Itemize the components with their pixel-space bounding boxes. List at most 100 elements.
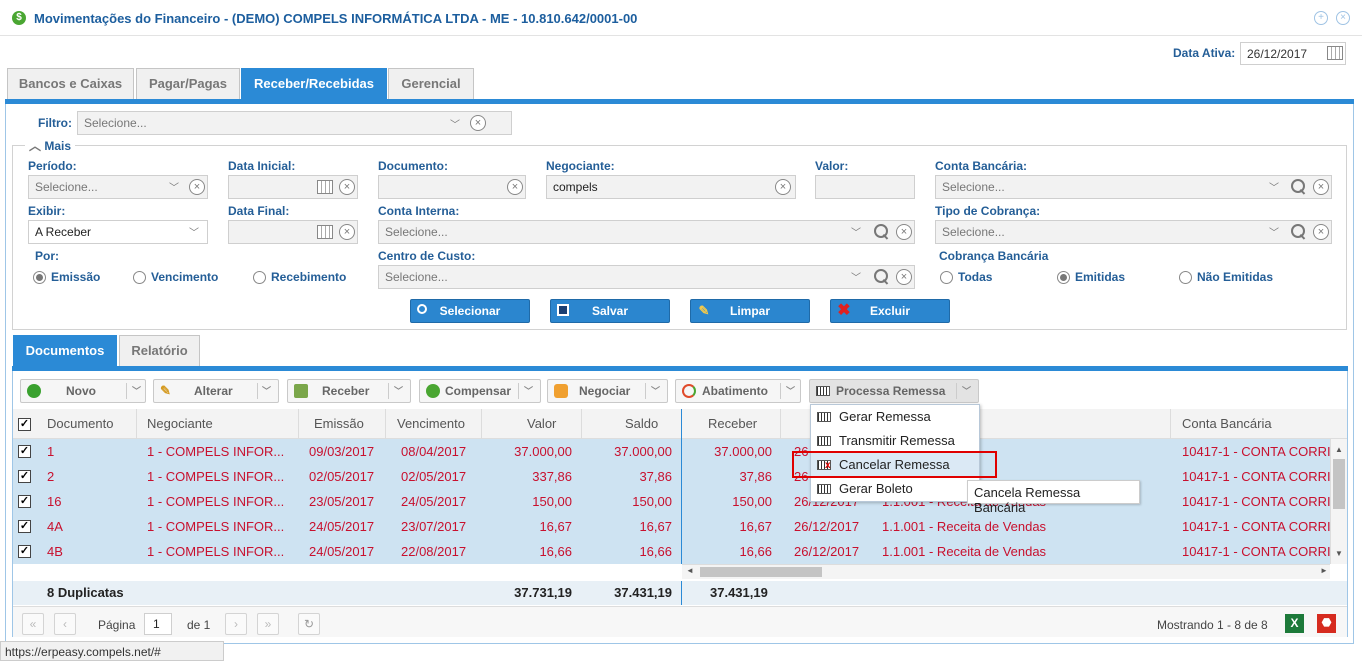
novo-button[interactable]: Novo ﹀ xyxy=(20,379,146,403)
page-input[interactable]: 1 xyxy=(144,613,172,635)
vscroll-thumb[interactable] xyxy=(1333,459,1345,509)
calendar-icon[interactable] xyxy=(317,225,333,239)
search-icon[interactable] xyxy=(873,224,889,240)
clear-icon[interactable]: × xyxy=(339,224,355,240)
receber-button[interactable]: Receber ﹀ xyxy=(287,379,411,403)
chevron-down-icon[interactable]: ﹀ xyxy=(851,269,861,284)
data-ativa-field[interactable]: 26/12/2017 xyxy=(1240,42,1346,65)
filtro-select[interactable]: Selecione... ﹀ × xyxy=(77,111,512,135)
compensar-button[interactable]: Compensar ﹀ xyxy=(419,379,541,403)
chevron-down-icon[interactable]: ﹀ xyxy=(262,380,271,402)
calendar-icon[interactable] xyxy=(317,180,333,194)
row-checkbox[interactable]: ✓ xyxy=(18,445,31,458)
clear-icon[interactable]: × xyxy=(189,179,205,195)
col-conta-bancaria[interactable]: Conta Bancária xyxy=(1182,416,1272,431)
table-row[interactable]: ✓ 4A 1 - COMPELS INFOR... 24/05/2017 23/07/2… xyxy=(13,514,1330,539)
table-row[interactable]: ✓ 1 1 - COMPELS INFOR... 09/03/2017 08/04/20… xyxy=(13,439,1330,464)
radio-vencimento[interactable] xyxy=(133,271,146,284)
col-emissao[interactable]: Emissão xyxy=(314,416,364,431)
conta-interna-select[interactable]: Selecione... ﹀ × xyxy=(378,220,915,244)
col-vencimento[interactable]: Vencimento xyxy=(397,416,465,431)
next-page-icon[interactable]: › xyxy=(225,613,247,635)
tipo-cobranca-select[interactable]: Selecione... ﹀ × xyxy=(935,220,1332,244)
horizontal-scrollbar[interactable]: ◄ ► xyxy=(682,564,1330,579)
menu-gerar-boleto[interactable]: Gerar Boleto xyxy=(811,477,979,501)
col-documento[interactable]: Documento xyxy=(47,416,113,431)
chevron-down-icon[interactable]: ﹀ xyxy=(651,380,660,402)
data-inicial-field[interactable]: × xyxy=(228,175,358,199)
exibir-select[interactable]: A Receber ﹀ xyxy=(28,220,208,244)
limpar-button[interactable]: ✎ Limpar xyxy=(690,299,810,323)
radio-emissao[interactable] xyxy=(33,271,46,284)
table-row[interactable]: ✓ 4B 1 - COMPELS INFOR... 24/05/2017 22/08/2… xyxy=(13,539,1330,564)
negociante-field[interactable]: compels × xyxy=(546,175,796,199)
excluir-button[interactable]: ✖ Excluir xyxy=(830,299,950,323)
clear-icon[interactable]: × xyxy=(1313,179,1329,195)
tab-documentos[interactable]: Documentos xyxy=(13,335,117,367)
menu-transmitir-remessa[interactable]: Transmitir Remessa xyxy=(811,429,979,453)
salvar-button[interactable]: Salvar xyxy=(550,299,670,323)
excel-icon[interactable]: X xyxy=(1285,614,1304,633)
search-icon[interactable] xyxy=(873,269,889,285)
data-final-field[interactable]: × xyxy=(228,220,358,244)
chevron-down-icon[interactable]: ﹀ xyxy=(786,380,795,402)
row-checkbox[interactable]: ✓ xyxy=(18,545,31,558)
centro-custo-select[interactable]: Selecione... ﹀ × xyxy=(378,265,915,289)
clear-icon[interactable]: × xyxy=(896,269,912,285)
first-page-icon[interactable]: « xyxy=(22,613,44,635)
valor-field[interactable] xyxy=(815,175,915,199)
alterar-button[interactable]: ✎ Alterar ﹀ xyxy=(153,379,279,403)
radio-nao-emitidas[interactable] xyxy=(1179,271,1192,284)
col-receber[interactable]: Receber xyxy=(708,416,757,431)
search-icon[interactable] xyxy=(1290,224,1306,240)
conta-bancaria-select[interactable]: Selecione... ﹀ × xyxy=(935,175,1332,199)
clear-icon[interactable]: × xyxy=(896,224,912,240)
col-negociante[interactable]: Negociante xyxy=(147,416,213,431)
processa-remessa-button[interactable]: Processa Remessa ﹀ xyxy=(809,379,979,403)
tab-relatorio[interactable]: Relatório xyxy=(119,335,200,367)
hscroll-thumb[interactable] xyxy=(700,567,822,577)
col-saldo[interactable]: Saldo xyxy=(625,416,658,431)
search-icon[interactable] xyxy=(1290,179,1306,195)
select-all-checkbox[interactable]: ✓ xyxy=(18,418,31,431)
tab-receber-recebidas[interactable]: Receber/Recebidas xyxy=(241,68,387,100)
row-checkbox[interactable]: ✓ xyxy=(18,470,31,483)
chevron-down-icon[interactable]: ﹀ xyxy=(1269,179,1279,194)
negociar-button[interactable]: Negociar ﹀ xyxy=(547,379,668,403)
chevron-down-icon[interactable]: ﹀ xyxy=(189,224,199,239)
pdf-icon[interactable]: ⬣ xyxy=(1317,614,1336,633)
menu-gerar-remessa[interactable]: Gerar Remessa xyxy=(811,405,979,429)
chevron-down-icon[interactable]: ﹀ xyxy=(132,380,141,402)
refresh-icon[interactable]: ↻ xyxy=(298,613,320,635)
chevron-down-icon[interactable]: ﹀ xyxy=(524,380,533,402)
col-valor[interactable]: Valor xyxy=(527,416,556,431)
chevron-down-icon[interactable]: ﹀ xyxy=(450,116,460,131)
documento-field[interactable]: × xyxy=(378,175,526,199)
row-checkbox[interactable]: ✓ xyxy=(18,520,31,533)
clear-icon[interactable]: × xyxy=(507,179,523,195)
chevron-down-icon[interactable]: ﹀ xyxy=(169,179,179,194)
clear-icon[interactable]: × xyxy=(1313,224,1329,240)
row-checkbox[interactable]: ✓ xyxy=(18,495,31,508)
periodo-select[interactable]: Selecione... ﹀ × xyxy=(28,175,208,199)
last-page-icon[interactable]: » xyxy=(257,613,279,635)
vertical-scrollbar[interactable]: ▲ ▼ xyxy=(1330,439,1347,564)
close-icon[interactable]: × xyxy=(1336,11,1350,25)
chevron-down-icon[interactable]: ﹀ xyxy=(851,224,861,239)
prev-page-icon[interactable]: ‹ xyxy=(54,613,76,635)
chevron-down-icon[interactable]: ﹀ xyxy=(394,380,403,402)
calendar-icon[interactable] xyxy=(1327,46,1343,60)
tab-pagar-pagas[interactable]: Pagar/Pagas xyxy=(136,68,240,100)
tab-bancos-caixas[interactable]: Bancos e Caixas xyxy=(7,68,134,100)
selecionar-button[interactable]: Selecionar xyxy=(410,299,530,323)
abatimento-button[interactable]: Abatimento ﹀ xyxy=(675,379,801,403)
radio-emitidas[interactable] xyxy=(1057,271,1070,284)
radio-todas[interactable] xyxy=(940,271,953,284)
clear-icon[interactable]: × xyxy=(775,179,791,195)
clear-icon[interactable]: × xyxy=(470,115,486,131)
radio-recebimento[interactable] xyxy=(253,271,266,284)
chevron-down-icon[interactable]: ﹀ xyxy=(1269,224,1279,239)
mais-legend[interactable]: ︿ Mais xyxy=(25,137,76,154)
tab-gerencial[interactable]: Gerencial xyxy=(388,68,474,100)
clear-icon[interactable]: × xyxy=(339,179,355,195)
